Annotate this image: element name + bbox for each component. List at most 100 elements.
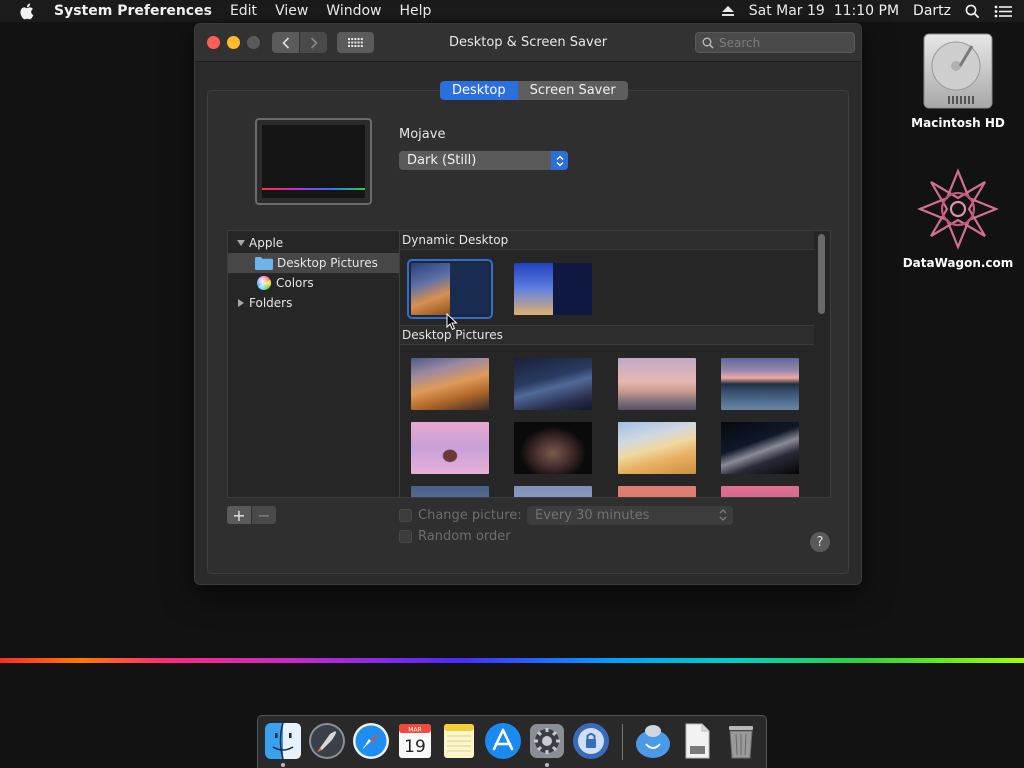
notification-center-icon[interactable] [994,5,1012,18]
dock-calendar[interactable]: MAR 19 [396,722,434,760]
color-wheel-icon [257,276,271,290]
change-picture-row: Change picture: [399,508,522,523]
menu-view[interactable]: View [266,3,317,19]
dock-finder[interactable] [264,722,302,760]
dock-system-preferences[interactable] [528,722,566,760]
search-icon [702,37,714,48]
thumbnail-night-castle[interactable] [514,422,592,474]
disclosure-closed-icon[interactable] [237,298,245,308]
tab-control: Desktop Screen Saver [440,81,628,100]
apple-menu-icon[interactable] [0,3,52,20]
dock: MAR 19 [257,715,767,768]
menu-clock[interactable]: Sat Mar 19 11:10 PM [749,3,899,19]
wallpaper-rainbow-line [0,658,1024,663]
desktop-icon-label: DataWagon.com [902,256,1014,270]
appearance-dropdown[interactable]: Dark (Still) [399,151,568,170]
thumbnail-mojave-dynamic[interactable] [407,259,493,319]
document-icon [685,723,710,759]
source-label: Colors [276,276,314,290]
calendar-day: 19 [404,737,426,757]
thumbnail-partial-4[interactable] [721,486,799,497]
datawagon-logo-icon [898,168,1018,250]
desktop-icon-macintosh-hd[interactable]: Macintosh HD [898,32,1018,130]
dock-utility-app[interactable] [572,722,610,760]
source-label: Folders [249,296,293,310]
thumbnail-pink-lake[interactable] [411,422,489,474]
dock-trash[interactable] [722,722,760,760]
search-input[interactable] [719,35,849,50]
dock-notes[interactable] [440,722,478,760]
menu-app-name[interactable]: System Preferences [52,3,221,19]
eject-icon[interactable] [721,5,735,17]
source-group-folders[interactable]: Folders [228,293,400,313]
thumbnail-partial-3[interactable] [618,486,696,497]
source-item-desktop-pictures[interactable]: Desktop Pictures [228,253,400,273]
dock-safari[interactable] [352,722,390,760]
interval-dropdown[interactable]: Every 30 minutes [527,506,733,525]
interval-value: Every 30 minutes [535,508,650,523]
disclosure-open-icon[interactable] [236,239,246,247]
browser-scrollbar[interactable] [814,231,830,497]
source-item-colors[interactable]: Colors [228,273,400,293]
menu-bar: System Preferences Edit View Window Help… [0,0,1024,22]
menu-help[interactable]: Help [391,3,441,19]
random-order-label: Random order [418,529,511,544]
calendar-icon: MAR 19 [399,724,431,758]
thumbnail-mojave-night[interactable] [514,358,592,410]
finder-icon [265,722,301,760]
menu-edit[interactable]: Edit [221,3,266,19]
section-header-pictures: Desktop Pictures [400,325,814,345]
source-list: Apple Desktop Pictures Colors Folders [227,230,400,498]
folder-icon [255,256,273,270]
dock-downloads[interactable] [634,722,672,760]
add-folder-button[interactable]: + [227,506,251,525]
hard-drive-icon [898,32,1018,110]
menu-user[interactable]: Dartz [913,3,951,19]
dock-launchpad[interactable] [308,722,346,760]
calendar-month: MAR [408,727,421,734]
wallpaper-name: Mojave [399,127,446,142]
dock-document[interactable] [678,722,716,760]
help-button[interactable]: ? [810,532,830,552]
app-store-icon [485,723,521,759]
window-titlebar[interactable]: Desktop & Screen Saver [195,24,861,62]
thumbnail-partial-2[interactable] [514,486,592,497]
dock-app-store[interactable] [484,722,522,760]
desktop-icon-label: Macintosh HD [911,116,1005,130]
remove-folder-button[interactable]: − [252,506,276,525]
thumbnail-desert-rock[interactable] [618,358,696,410]
globe-lock-icon [573,723,609,759]
random-order-checkbox[interactable] [399,530,412,543]
safari-compass-icon [353,723,389,759]
scrollbar-knob[interactable] [818,234,825,314]
running-indicator [545,763,549,767]
change-picture-label: Change picture: [418,508,522,523]
dock-separator [622,724,623,760]
desktop-screen-saver-window: Desktop & Screen Saver Desktop Screen Sa… [194,23,862,585]
source-label: Apple [249,236,284,250]
tab-screen-saver[interactable]: Screen Saver [517,81,628,100]
tab-desktop[interactable]: Desktop [440,81,518,100]
trash-icon [729,726,753,759]
desktop-icon-datawagon[interactable]: DataWagon.com [898,168,1018,270]
download-cloud-icon [636,725,670,758]
thumbnail-mojave-day[interactable] [411,358,489,410]
section-header-dynamic: Dynamic Desktop [400,231,814,250]
thumbnail-sand-dunes[interactable] [618,422,696,474]
thumbnail-lake[interactable] [721,358,799,410]
search-field[interactable] [695,32,855,53]
random-order-row: Random order [399,529,511,544]
notes-icon [444,724,474,758]
spotlight-search-icon[interactable] [965,4,980,19]
wallpaper-preview [255,118,372,205]
thumbnail-solar-gradients[interactable] [514,263,592,315]
add-remove-group: + − [227,506,276,525]
appearance-value: Dark (Still) [407,153,477,168]
launchpad-rocket-icon [309,723,345,759]
thumbnail-dark-dune[interactable] [721,422,799,474]
thumbnail-partial-1[interactable] [411,486,489,497]
source-group-apple[interactable]: Apple [228,233,400,253]
mouse-cursor-icon [446,313,458,331]
change-picture-checkbox[interactable] [399,509,412,522]
menu-window[interactable]: Window [317,3,390,19]
